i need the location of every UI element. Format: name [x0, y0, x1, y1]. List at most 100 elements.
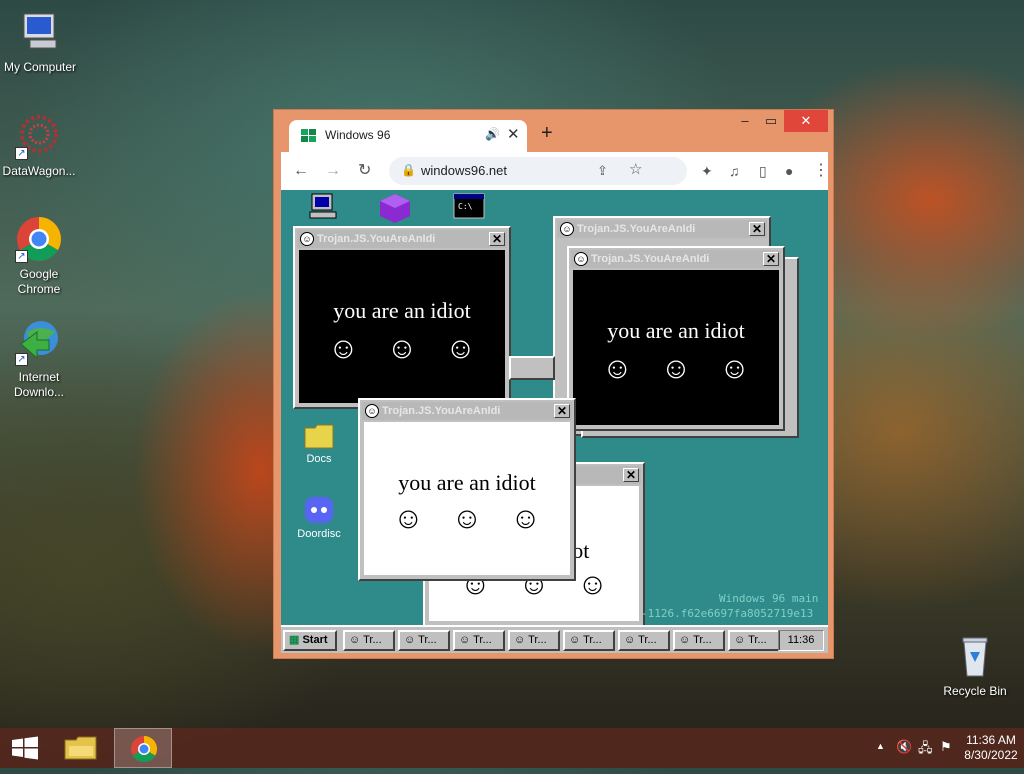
popup-title: ☺ Trojan.JS.YouAreAnIdi	[297, 230, 507, 248]
volume-muted-icon[interactable]: 🔇	[896, 739, 912, 755]
trojan-popup-window[interactable]: ☺ Trojan.JS.YouAreAnIdi ✕ you are an idio…	[567, 246, 785, 431]
win96-terminal-icon[interactable]: C:\	[441, 192, 497, 225]
desktop-icon-label: Google Chrome	[17, 267, 61, 296]
extensions-icon[interactable]: ✦	[701, 161, 713, 181]
shortcut-arrow-icon: ↗	[15, 353, 28, 366]
chrome-window[interactable]: Windows 96 🔊 ✕ + – ▭ ✕ ← → ↻ 🔒 windows96…	[273, 109, 834, 659]
popup-body: you are an idiot ☺☺☺	[573, 270, 779, 425]
network-icon[interactable]: 🖧	[918, 739, 933, 761]
win96-task-button[interactable]: ☺ Tr...	[563, 630, 615, 651]
win96-task-button[interactable]: ☺ Tr...	[343, 630, 395, 651]
taskbar-chrome[interactable]	[114, 728, 172, 768]
popup-close-button[interactable]: ✕	[489, 232, 505, 246]
start-button[interactable]	[0, 728, 50, 768]
tab-close-icon[interactable]: ✕	[507, 125, 520, 143]
popup-body: you are an idiot ☺☺☺	[364, 422, 570, 575]
popup-close-button[interactable]: ✕	[749, 222, 765, 236]
desktop-icon-datawagon[interactable]: ↗ DataWagon...	[0, 112, 79, 179]
folder-icon	[64, 736, 97, 760]
win96-task-button[interactable]: ☺ Tr...	[673, 630, 725, 651]
maximize-button[interactable]: ▭	[756, 110, 786, 132]
shortcut-arrow-icon: ↗	[15, 250, 28, 263]
tab-windows96[interactable]: Windows 96 🔊 ✕	[289, 120, 527, 152]
smiley-faces: ☺☺☺	[393, 502, 569, 535]
shortcut-arrow-icon: ↗	[15, 147, 28, 160]
watermark-line-1: Windows 96 main	[719, 592, 819, 605]
clock-date: 8/30/2022	[964, 748, 1018, 762]
forward-icon[interactable]: →	[325, 161, 341, 181]
popup-body: you are an idiot ☺☺☺	[299, 250, 505, 403]
reload-icon[interactable]: ↻	[358, 161, 371, 181]
idiot-message: you are an idiot	[333, 298, 471, 323]
desktop-icon-my-computer[interactable]: My Computer	[0, 8, 80, 75]
page-viewport[interactable]: C:\ Docs Doordisc ☺ Trojan.JS.YouAreAnIdi…	[281, 190, 828, 653]
lock-icon[interactable]: 🔒	[401, 163, 416, 177]
trojan-popup-window[interactable]: ☺ Trojan.JS.YouAreAnIdi ✕ you are an idio…	[293, 226, 511, 409]
desktop-icon-google-chrome[interactable]: ↗ Google Chrome	[0, 215, 79, 297]
show-hidden-icons-icon[interactable]: ▲	[876, 741, 885, 751]
desktop-icon-label: Recycle Bin	[943, 684, 1007, 698]
win96-icon-label: Doordisc	[297, 528, 341, 540]
win96-taskbar: ▦ Start ☺ Tr... ☺ Tr... ☺ Tr... ☺ Tr... …	[281, 625, 828, 653]
win96-task-button[interactable]: ☺ Tr...	[398, 630, 450, 651]
win96-clock: 11:36	[778, 630, 824, 651]
smiley-icon: ☺	[300, 232, 314, 246]
win96-icon-label: Docs	[306, 453, 332, 465]
windows96-favicon	[301, 129, 317, 143]
popup-close-button[interactable]: ✕	[623, 468, 639, 482]
smiley-faces: ☺☺☺	[328, 332, 504, 365]
window-close-button[interactable]: ✕	[784, 110, 828, 132]
win96-docs-icon[interactable]: Docs	[291, 422, 347, 465]
chrome-icon	[131, 735, 158, 763]
win96-doordisc-icon[interactable]: Doordisc	[291, 495, 347, 540]
idiot-message: you are an idiot	[607, 318, 745, 343]
url-text[interactable]: windows96.net	[421, 163, 507, 178]
popup-close-button[interactable]: ✕	[554, 404, 570, 418]
desktop-icon-internet-download-manager[interactable]: ↗ Internet Downlo...	[0, 318, 79, 400]
trojan-popup-window[interactable]	[509, 356, 555, 380]
datawagon-icon: ↗	[15, 112, 63, 160]
win96-task-button[interactable]: ☺ Tr...	[508, 630, 560, 651]
recycle-bin-icon	[951, 632, 999, 680]
win96-computer-icon[interactable]	[295, 192, 351, 225]
taskbar: ▲ 🔇 🖧 ⚑ 11:36 AM 8/30/2022	[0, 728, 1024, 768]
win96-start-button[interactable]: ▦ Start	[283, 630, 337, 651]
back-icon[interactable]: ←	[293, 161, 309, 181]
menu-kebab-icon[interactable]: ⋮	[813, 161, 829, 181]
smiley-faces: ☺☺☺	[602, 352, 778, 385]
smiley-icon: ☺	[560, 222, 574, 236]
win96-task-button[interactable]: ☺ Tr...	[453, 630, 505, 651]
new-tab-button[interactable]: +	[541, 122, 553, 145]
clock[interactable]: 11:36 AM 8/30/2022	[962, 733, 1020, 763]
computer-icon	[16, 8, 64, 56]
action-center-flag-icon[interactable]: ⚑	[940, 739, 952, 755]
popup-title: ☺ Trojan.JS.YouAreAnIdi	[362, 402, 572, 420]
smiley-icon: ☺	[574, 252, 588, 266]
speaker-icon[interactable]: 🔊	[485, 127, 500, 141]
trojan-popup-window[interactable]: ☺ Trojan.JS.YouAreAnIdi ✕ you are an idio…	[358, 398, 576, 581]
win96-task-button[interactable]: ☺ Tr...	[618, 630, 670, 651]
system-tray: ▲ 🔇 🖧 ⚑ 11:36 AM 8/30/2022	[844, 728, 1024, 768]
win96-cube-icon[interactable]	[367, 192, 423, 227]
tab-title: Windows 96	[325, 128, 391, 142]
side-panel-icon[interactable]: ▯	[759, 161, 767, 181]
desktop-icon-recycle-bin[interactable]: Recycle Bin	[935, 632, 1015, 699]
desktop-icon-label: My Computer	[3, 60, 77, 74]
idiot-message: you are an idiot	[398, 470, 536, 495]
win96-task-button[interactable]: ☺ Tr...	[728, 630, 780, 651]
share-icon[interactable]: ⇪	[597, 161, 608, 181]
popup-title: ☺ Trojan.JS.YouAreAnIdi	[557, 220, 767, 238]
address-bar[interactable]: 🔒 windows96.net ⇪ ☆	[389, 157, 687, 185]
popup-close-button[interactable]: ✕	[763, 252, 779, 266]
tab-strip: Windows 96 🔊 ✕ + – ▭ ✕	[274, 110, 833, 152]
smiley-icon: ☺	[365, 404, 379, 418]
taskbar-file-explorer[interactable]	[56, 728, 106, 768]
chrome-icon: ↗	[15, 215, 63, 263]
profile-avatar-icon[interactable]: ●	[785, 161, 793, 181]
globe-download-icon: ↗	[15, 318, 63, 366]
windows-logo-icon	[12, 736, 38, 760]
watermark-line-2: -1126.f62e6697fa8052719e13	[641, 607, 814, 620]
browser-toolbar: ← → ↻ 🔒 windows96.net ⇪ ☆ ✦ ♫ ▯ ● ⋮	[281, 152, 829, 190]
bookmark-star-icon[interactable]: ☆	[629, 160, 642, 180]
media-control-icon[interactable]: ♫	[729, 161, 740, 181]
